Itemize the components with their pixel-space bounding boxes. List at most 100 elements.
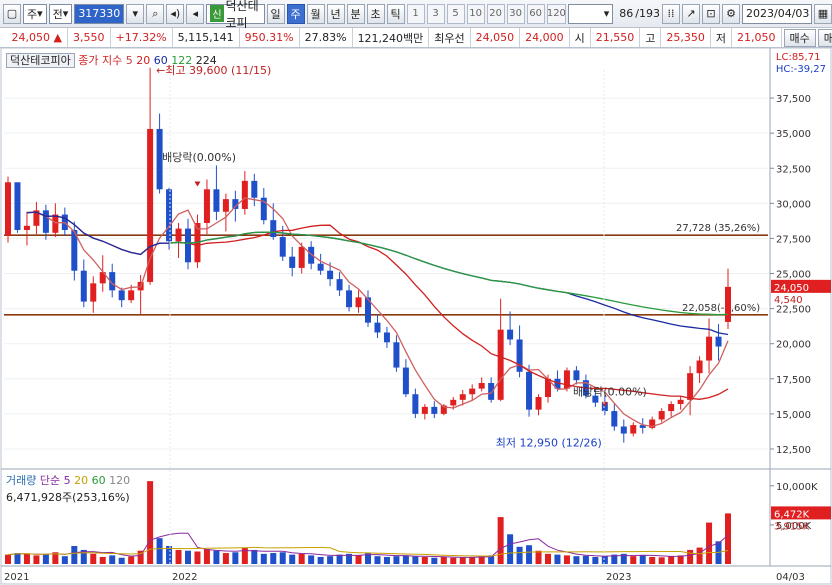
volume-bar	[194, 551, 201, 564]
dropdown-icon[interactable]: ▾	[126, 3, 145, 24]
volume-bar	[554, 554, 561, 564]
period-week[interactable]: 주	[286, 3, 305, 24]
info-volume: 5,115,141	[173, 28, 240, 47]
candle-body	[336, 279, 343, 291]
interval-10[interactable]: 10	[466, 3, 485, 24]
volume-bar	[469, 556, 476, 564]
volume-bar	[241, 547, 248, 564]
legend-ma5: 5	[125, 54, 133, 67]
candle-body	[317, 263, 324, 271]
code-input[interactable]: 317330	[74, 3, 125, 24]
chart-settings-icon[interactable]: ↗	[682, 3, 700, 24]
period-day[interactable]: 일	[266, 3, 285, 24]
volume-bar	[232, 552, 239, 564]
price-tick-label: 12,500	[776, 445, 811, 456]
sell-button[interactable]: 매도	[817, 28, 832, 47]
volume-bar	[696, 547, 703, 564]
info-price: 24,050 ▲	[0, 28, 68, 47]
legend-ma60: 60	[153, 54, 168, 67]
volume-bar	[156, 538, 163, 564]
period-minute[interactable]: 분	[346, 3, 365, 24]
period-tick[interactable]: 틱	[386, 3, 405, 24]
price-tick-label: 37,500	[776, 94, 811, 105]
interval-5[interactable]: 5	[446, 3, 465, 24]
volume-bar	[5, 554, 11, 564]
candle-body	[374, 322, 381, 333]
info-bar: 24,050 ▲ 3,550 +17.32% 5,115,141 950.31%…	[0, 28, 832, 48]
volume-bar	[260, 553, 267, 564]
volume-bar	[289, 554, 296, 564]
chart-area[interactable]: 37,500 35,000 32,500 30,000 27,500 25,000 22,5…	[0, 47, 832, 585]
candle-body	[658, 411, 665, 420]
price-tick-label: 25,000	[776, 270, 811, 281]
lc-hc-legend: LC:85,71 HC:-39,27	[776, 52, 826, 76]
count-value: 86	[619, 7, 634, 20]
buy-button[interactable]: 매수	[783, 28, 816, 47]
ma20-line	[26, 211, 729, 400]
volume-ma5: 5	[63, 474, 71, 487]
layout-icon[interactable]: ▢	[3, 3, 21, 24]
candle-body	[327, 270, 334, 280]
volume-bar	[658, 557, 665, 564]
info-best-ask: 24,050	[471, 28, 521, 47]
volume-bar	[90, 553, 97, 564]
interval-120[interactable]: 120	[546, 3, 567, 24]
date-input[interactable]: 2023/04/03	[742, 3, 812, 24]
x-axis-label: 2022	[172, 572, 197, 583]
volume-bar	[402, 555, 409, 564]
calendar-icon[interactable]: ▦	[814, 3, 832, 24]
volume-bar	[450, 557, 457, 564]
volume-bar	[431, 557, 438, 564]
info-best-bid: 24,000	[520, 28, 570, 47]
candle-body	[279, 237, 286, 257]
period-month[interactable]: 월	[306, 3, 325, 24]
period-second[interactable]: 초	[366, 3, 385, 24]
volume-bar	[109, 555, 116, 564]
interval-60[interactable]: 60	[526, 3, 545, 24]
type-select[interactable]: 전 ▾	[48, 3, 73, 24]
candle-body	[128, 290, 135, 301]
volume-bar	[355, 555, 362, 564]
prev-icon[interactable]: ◂	[186, 3, 205, 24]
search-icon[interactable]: ⌕	[146, 3, 165, 24]
candle-body	[668, 404, 675, 412]
interval-3[interactable]: 3	[426, 3, 445, 24]
legend-ma20: 20	[136, 54, 151, 67]
stock-badge: 신	[210, 5, 224, 22]
volume-bar	[71, 546, 78, 564]
volume-bar	[516, 546, 523, 564]
volume-bar	[99, 556, 106, 564]
chart-legend: 덕산테코피아 종가 지수 5 20 60 122 224	[6, 52, 217, 68]
candle-body	[421, 406, 428, 414]
volume-bar	[440, 556, 447, 564]
price-tick-label: 32,500	[776, 164, 811, 175]
candle-body	[270, 220, 277, 238]
info-change: 3,550	[68, 28, 111, 47]
x-axis-label: 04/03	[776, 572, 805, 583]
volume-current-label: 6,472K	[774, 509, 810, 520]
grid-icon[interactable]: ⁞⁞	[662, 3, 680, 24]
candle-body	[166, 189, 173, 242]
period-year[interactable]: 년	[326, 3, 345, 24]
dividend-annotation-1: 배당락(0.00%)	[162, 151, 236, 164]
stock-name[interactable]: 신 덕산테코피	[206, 0, 265, 30]
interval-30[interactable]: 30	[506, 3, 525, 24]
interval-input[interactable]: ▾	[568, 3, 614, 24]
zoom-icon[interactable]: ⊡	[702, 3, 720, 24]
type-value: 전	[52, 7, 63, 21]
hline-label-2: 22,058(-7,60%)	[682, 303, 760, 314]
price-tick-label: 17,500	[776, 375, 811, 386]
volume-bar	[213, 550, 220, 564]
interval-1[interactable]: 1	[406, 3, 425, 24]
volume-bar	[573, 556, 580, 564]
candle-body	[52, 214, 59, 233]
volume-bar	[582, 555, 589, 564]
legend-stock[interactable]: 덕산테코피아	[6, 53, 75, 68]
gear-icon[interactable]: ⚙	[722, 3, 740, 24]
interval-20[interactable]: 20	[486, 3, 505, 24]
candle-body	[725, 286, 731, 322]
speaker-icon[interactable]: ◂)	[166, 3, 185, 24]
volume-bar	[327, 556, 334, 564]
market-select[interactable]: 주 ▾	[23, 3, 47, 24]
price-tick-label: 27,500	[776, 234, 811, 245]
